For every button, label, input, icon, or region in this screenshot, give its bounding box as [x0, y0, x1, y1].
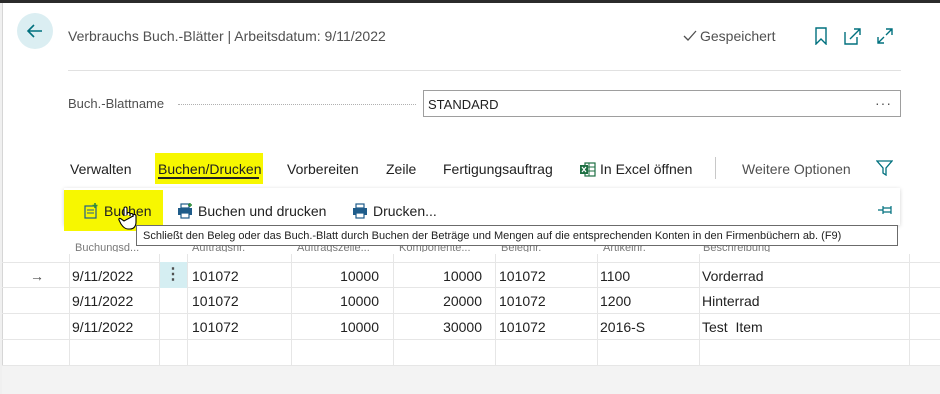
open-new-window-icon[interactable] — [844, 27, 862, 45]
tooltip: Schließt den Beleg oder das Buch.-Blatt … — [136, 225, 898, 246]
column-divider — [909, 254, 910, 366]
checkmark-icon — [683, 30, 697, 41]
cell-line[interactable]: 10000 — [302, 314, 379, 340]
column-divider — [393, 254, 394, 366]
cell-component[interactable]: 20000 — [402, 288, 482, 314]
drucken-label: Drucken... — [373, 203, 437, 219]
cell-component[interactable]: 30000 — [402, 314, 482, 340]
saved-status: Gespeichert — [683, 28, 775, 44]
journal-lines-grid: → 9/11/2022 101072 10000 10000 101072 11… — [2, 262, 940, 366]
column-divider — [597, 254, 598, 366]
header-divider — [68, 70, 901, 71]
journal-name-field[interactable]: STANDARD ··· — [423, 90, 901, 117]
printer-icon — [353, 203, 367, 219]
field-leader-dots — [178, 104, 416, 105]
table-row-empty[interactable] — [2, 340, 940, 366]
active-tab-underline — [158, 177, 259, 179]
cell-order[interactable]: 101072 — [192, 288, 239, 314]
menu-separator — [715, 157, 716, 179]
expand-icon[interactable] — [876, 27, 894, 45]
buchen-und-drucken-button[interactable]: Buchen und drucken — [177, 203, 326, 219]
saved-label: Gespeichert — [700, 28, 776, 44]
column-divider — [187, 254, 188, 366]
cell-doc[interactable]: 101072 — [499, 263, 546, 289]
cell-description[interactable]: Test Item — [702, 314, 763, 340]
journal-name-value: STANDARD — [428, 97, 499, 112]
excel-icon — [580, 161, 596, 177]
field-lookup-button[interactable]: ··· — [875, 95, 892, 111]
pin-icon[interactable] — [877, 203, 895, 217]
filter-icon[interactable] — [876, 160, 893, 176]
menu-vorbereiten[interactable]: Vorbereiten — [287, 161, 359, 177]
cell-doc[interactable]: 101072 — [499, 288, 546, 314]
menu-fertigungsauftrag[interactable]: Fertigungsauftrag — [443, 161, 553, 177]
bookmark-icon[interactable] — [812, 27, 830, 45]
table-row[interactable]: 9/11/2022 101072 10000 20000 101072 1200… — [2, 288, 940, 314]
column-divider — [495, 254, 496, 366]
menu-excel-label: In Excel öffnen — [600, 161, 693, 177]
cell-date[interactable]: 9/11/2022 — [72, 263, 133, 289]
buchen-und-drucken-label: Buchen und drucken — [198, 203, 327, 219]
grid-footer-area — [2, 366, 940, 394]
cell-description[interactable]: Vorderrad — [702, 263, 763, 289]
menu-weitere-optionen[interactable]: Weitere Optionen — [742, 161, 851, 177]
cell-item[interactable]: 2016-S — [600, 314, 645, 340]
cell-date[interactable]: 9/11/2022 — [72, 288, 133, 314]
column-divider — [159, 254, 160, 366]
back-button[interactable] — [17, 13, 53, 49]
arrow-left-icon — [26, 24, 42, 38]
journal-name-label: Buch.-Blattname — [68, 96, 165, 111]
menu-zeile[interactable]: Zeile — [386, 161, 416, 177]
cell-line[interactable]: 10000 — [302, 288, 379, 314]
cell-date[interactable]: 9/11/2022 — [72, 314, 133, 340]
menu-verwalten[interactable]: Verwalten — [70, 161, 131, 177]
row-arrow-icon: → — [30, 268, 44, 284]
cell-item[interactable]: 1200 — [600, 288, 631, 314]
cell-line[interactable]: 10000 — [302, 263, 379, 289]
cell-component[interactable]: 10000 — [402, 263, 482, 289]
page-title: Verbrauchs Buch.-Blätter | Arbeitsdatum:… — [68, 28, 386, 44]
column-divider — [291, 254, 292, 366]
cell-item[interactable]: 1100 — [600, 263, 630, 289]
drucken-button[interactable]: Drucken... — [352, 203, 437, 219]
menu-excel[interactable]: In Excel öffnen — [580, 161, 692, 177]
hand-pointer-cursor-icon — [118, 206, 137, 230]
table-row[interactable]: → 9/11/2022 101072 10000 10000 101072 11… — [2, 262, 940, 288]
cell-doc[interactable]: 101072 — [499, 314, 546, 340]
cell-order[interactable]: 101072 — [192, 314, 239, 340]
column-divider — [699, 254, 700, 366]
menu-buchen-drucken[interactable]: Buchen/Drucken — [158, 161, 262, 177]
row-actions-button[interactable]: ⋮ — [159, 262, 187, 288]
cell-description[interactable]: Hinterrad — [702, 288, 760, 314]
cell-order[interactable]: 101072 — [192, 263, 239, 289]
post-document-icon — [84, 203, 98, 219]
column-divider — [69, 254, 70, 366]
table-row[interactable]: 9/11/2022 101072 10000 30000 101072 2016… — [2, 314, 940, 340]
post-and-print-icon — [178, 203, 192, 219]
